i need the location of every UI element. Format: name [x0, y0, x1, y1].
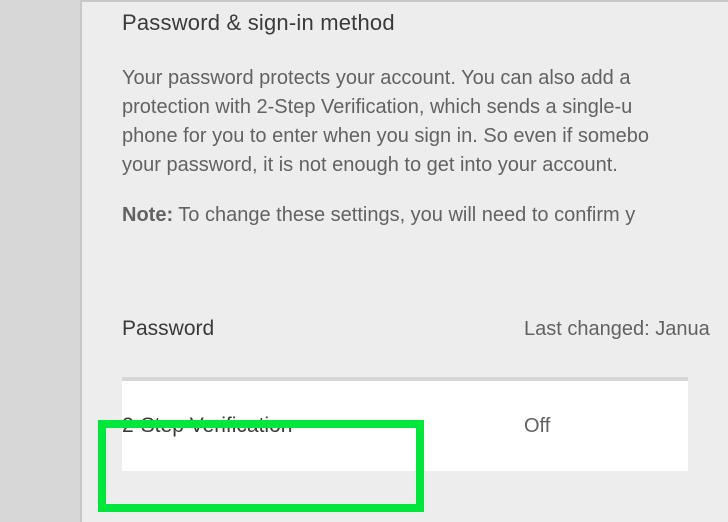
- two-step-verification-row[interactable]: 2-Step Verification Off: [122, 379, 688, 471]
- password-row[interactable]: Password Last changed: Janua: [122, 281, 688, 379]
- section-description: Your password protects your account. You…: [122, 64, 688, 180]
- password-label: Password: [122, 317, 524, 341]
- note-text: Note: To change these settings, you will…: [122, 204, 688, 227]
- two-step-status: Off: [524, 415, 550, 438]
- section-title: Password & sign-in method: [122, 2, 688, 36]
- two-step-label: 2-Step Verification: [122, 414, 524, 438]
- signin-settings-panel: Password & sign-in method Your password …: [80, 0, 728, 522]
- password-last-changed: Last changed: Janua: [524, 318, 710, 341]
